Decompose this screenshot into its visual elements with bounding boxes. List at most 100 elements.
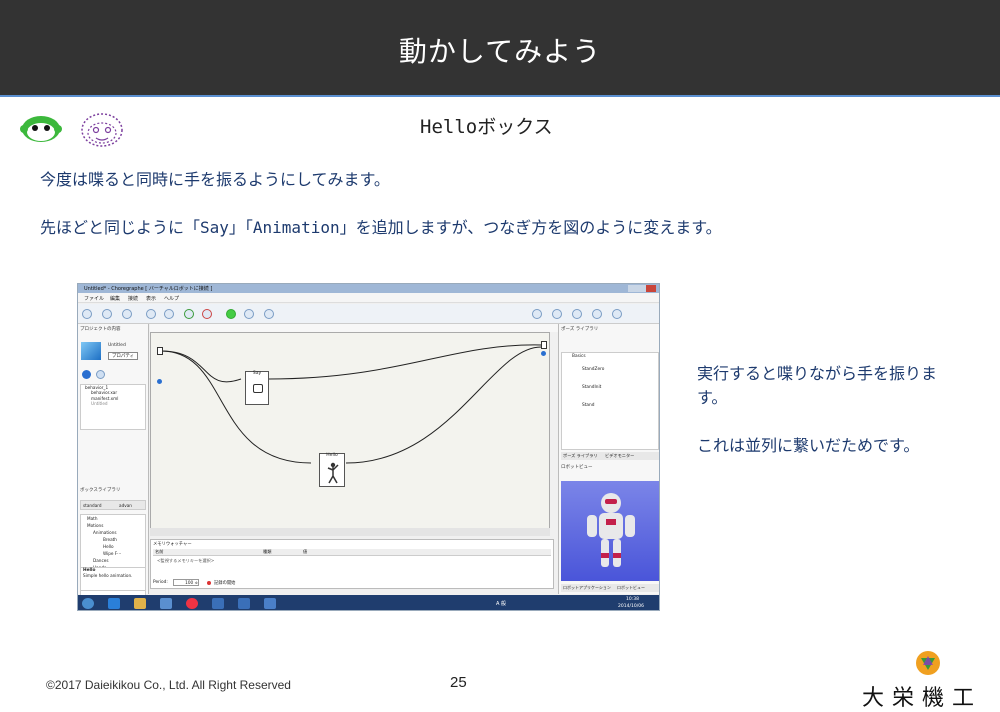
browser-icon[interactable] bbox=[108, 598, 120, 609]
tree-item[interactable]: Untitled bbox=[91, 401, 145, 406]
start-icon[interactable] bbox=[82, 598, 94, 609]
import-icon[interactable] bbox=[96, 370, 105, 379]
box-description: Hello Simple hello animation. bbox=[80, 567, 146, 591]
start-input-port[interactable] bbox=[157, 347, 163, 355]
pose-item[interactable]: StandZero bbox=[582, 361, 658, 379]
play-icon[interactable] bbox=[226, 309, 236, 319]
col-value: 値 bbox=[303, 549, 308, 554]
disconnect-icon[interactable] bbox=[202, 309, 212, 319]
monitor-task-icon[interactable] bbox=[238, 598, 250, 609]
left-panel: プロジェクトの内容 Untitled プロパティ behavior_1 beha… bbox=[78, 324, 149, 604]
add-icon[interactable] bbox=[82, 370, 91, 379]
redo-icon[interactable] bbox=[164, 309, 174, 319]
say-box-label: Say bbox=[252, 371, 262, 376]
robot-3d-view[interactable] bbox=[561, 481, 659, 581]
tab-standard[interactable]: standard bbox=[83, 503, 102, 508]
tab-video-monitor[interactable]: ビデオモニター bbox=[605, 453, 634, 459]
bottom-tabs: ロボットアプリケーション ロボットビュー bbox=[561, 584, 659, 592]
menu-bar: ファイル 編集 接続 表示 ヘルプ bbox=[78, 293, 659, 303]
project-panel-title: プロジェクトの内容 bbox=[80, 327, 121, 332]
ime-indicator[interactable]: A 般 bbox=[496, 600, 506, 607]
side-note-line: 実行すると喋りながら手を振ります。 bbox=[697, 364, 938, 407]
power-icon[interactable] bbox=[592, 309, 602, 319]
record-dot-icon[interactable] bbox=[207, 581, 211, 585]
body-paragraph: 今度は喋ると同時に手を振るようにしてみます。 bbox=[40, 170, 390, 189]
pose-folder[interactable]: Basics bbox=[572, 353, 658, 361]
chrome-icon[interactable] bbox=[186, 598, 198, 609]
menu-help[interactable]: ヘルプ bbox=[164, 295, 179, 302]
save-icon[interactable] bbox=[122, 309, 132, 319]
nao-robot-image bbox=[587, 493, 635, 567]
library-item[interactable]: Dances bbox=[93, 557, 145, 564]
waving-robot-icon bbox=[327, 462, 339, 484]
new-icon[interactable] bbox=[82, 309, 92, 319]
choregraphe-active-icon[interactable] bbox=[264, 598, 276, 609]
company-logo-icon bbox=[916, 651, 940, 675]
window-titlebar: Untitled* - Choregraphe [ バーチャルロボットに接続 ] bbox=[78, 284, 659, 293]
choregraphe-screenshot: Untitled* - Choregraphe [ バーチャルロボットに接続 ]… bbox=[77, 283, 660, 611]
window-controls[interactable] bbox=[628, 285, 656, 292]
menu-file[interactable]: ファイル bbox=[84, 295, 104, 302]
pose-item[interactable]: StandInit bbox=[582, 379, 658, 397]
library-item[interactable]: Motions bbox=[87, 522, 145, 529]
slide-header: 動かしてみよう bbox=[0, 0, 1000, 97]
library-tabs: standard advan bbox=[80, 500, 146, 510]
hello-box[interactable]: Hello bbox=[319, 453, 345, 487]
menu-connect[interactable]: 接続 bbox=[128, 295, 138, 302]
slide-title: 動かしてみよう bbox=[398, 35, 602, 68]
menu-edit[interactable]: 編集 bbox=[110, 295, 120, 302]
body-paragraph: 先ほどと同じように「Say」「Animation」を追加しますが、つなぎ方を図の… bbox=[40, 218, 722, 237]
folder-icon[interactable] bbox=[134, 598, 146, 609]
tab-pose-library[interactable]: ポーズ ライブラリ bbox=[563, 453, 598, 459]
window-title: Untitled* - Choregraphe [ バーチャルロボットに接続 ] bbox=[84, 286, 213, 292]
pose-item[interactable]: Stand bbox=[582, 397, 658, 415]
tab-robot-app[interactable]: ロボットアプリケーション bbox=[563, 585, 611, 591]
library-item[interactable]: Animations bbox=[93, 529, 145, 536]
undo-icon[interactable] bbox=[146, 309, 156, 319]
output-port-icon[interactable] bbox=[541, 351, 546, 356]
copyright: ©2017 Daieikikou Co., Ltd. All Right Res… bbox=[46, 678, 291, 692]
windows-taskbar: A 般 10:38 2014/10/06 bbox=[78, 595, 659, 610]
stop-icon[interactable] bbox=[244, 309, 254, 319]
flow-diagram-canvas[interactable]: Say Hello bbox=[150, 332, 550, 536]
canvas-scrollbar[interactable] bbox=[150, 528, 550, 536]
input-port-icon[interactable] bbox=[157, 379, 162, 384]
library-item[interactable]: Wipe F··· bbox=[103, 550, 145, 557]
description-text: Simple hello animation. bbox=[83, 573, 133, 578]
open-icon[interactable] bbox=[102, 309, 112, 319]
memory-table-header: 名前 種類 値 bbox=[153, 549, 551, 556]
memory-watcher-panel: メモリウォッチャー 名前 種類 値 <監視するメモリキーを選択> Period:… bbox=[150, 539, 554, 589]
toolbar bbox=[78, 304, 659, 324]
volume-icon[interactable] bbox=[532, 309, 542, 319]
company-name: 大栄機工 bbox=[862, 686, 983, 711]
library-panel-title: ボックスライブラリ bbox=[80, 488, 121, 493]
tab-advanced[interactable]: advan bbox=[119, 503, 132, 508]
library-item[interactable]: Hello bbox=[103, 543, 145, 550]
right-tabs: ポーズ ライブラリ ビデオモニター bbox=[561, 452, 659, 460]
choregraphe-task-icon[interactable] bbox=[212, 598, 224, 609]
record-start-label[interactable]: 記録の開始 bbox=[214, 580, 235, 586]
say-box[interactable]: Say bbox=[245, 371, 269, 405]
project-cube-icon bbox=[81, 342, 101, 360]
library-item[interactable]: Breath bbox=[103, 536, 145, 543]
period-input[interactable]: 100 ≑ bbox=[173, 579, 199, 586]
period-label: Period: bbox=[153, 580, 168, 585]
tab-robot-view[interactable]: ロボットビュー bbox=[617, 585, 645, 591]
debug-icon[interactable] bbox=[264, 309, 274, 319]
library-item[interactable]: Math bbox=[87, 515, 145, 522]
animation-mode-icon[interactable] bbox=[572, 309, 582, 319]
hello-box-label: Hello bbox=[326, 453, 338, 458]
memory-hint: <監視するメモリキーを選択> bbox=[157, 558, 215, 563]
end-output-port[interactable] bbox=[541, 341, 547, 349]
connect-icon[interactable] bbox=[184, 309, 194, 319]
page-number: 25 bbox=[450, 674, 467, 691]
robot-icon[interactable] bbox=[552, 309, 562, 319]
canvas-header bbox=[150, 324, 558, 332]
project-tree: behavior_1 behavior.xar manifest.xml Unt… bbox=[80, 384, 146, 430]
close-icon[interactable] bbox=[646, 285, 656, 292]
record-icon[interactable] bbox=[612, 309, 622, 319]
memory-panel-title: メモリウォッチャー bbox=[153, 542, 192, 547]
properties-button[interactable]: プロパティ bbox=[108, 352, 138, 360]
media-icon[interactable] bbox=[160, 598, 172, 609]
menu-view[interactable]: 表示 bbox=[146, 295, 156, 302]
